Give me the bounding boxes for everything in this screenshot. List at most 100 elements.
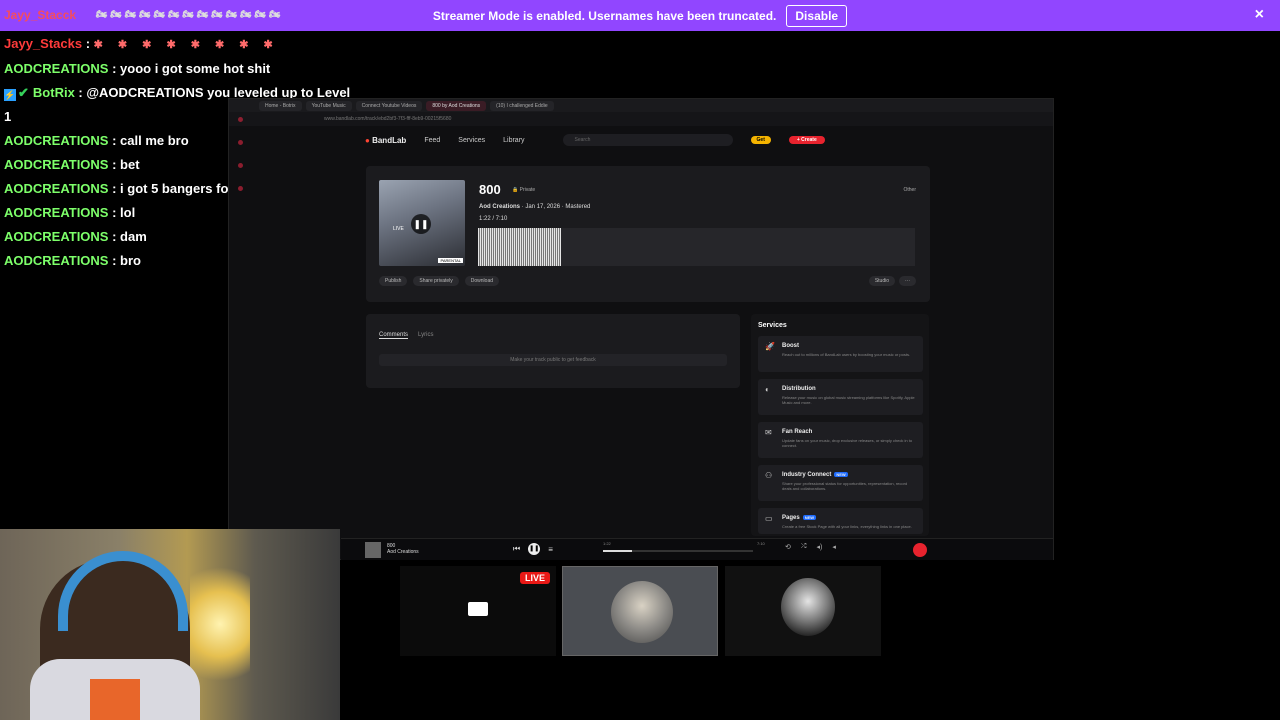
chat-text: dam [120, 229, 147, 244]
create-button[interactable]: + Create [788, 136, 825, 144]
close-icon[interactable]: × [1255, 6, 1264, 24]
player-controls: ⏮ ❚❚ ≡ [513, 543, 553, 555]
pause-icon[interactable]: ❚❚ [528, 543, 541, 555]
pause-icon[interactable]: ❚❚ [411, 214, 431, 234]
parental-advisory-badge: PARENTAL [438, 258, 463, 263]
partial-chat-emotes: 🏍🏍🏍🏍🏍🏍🏍🏍🏍🏍🏍🏍🏍 [96, 9, 284, 19]
sidebar-dot-icon[interactable] [237, 186, 243, 191]
studio-button[interactable]: Studio [868, 276, 895, 286]
service-desc: Reach out to millions of BandLab users b… [782, 352, 911, 357]
handshake-icon: ⚇ [765, 471, 773, 480]
chat-username[interactable]: AODCREATIONS [4, 229, 108, 244]
nav-services[interactable]: Services [458, 137, 485, 144]
player-duration: 7:10 [757, 541, 765, 546]
comment-input[interactable]: Make your track public to get feedback [379, 354, 727, 366]
track-cover-art[interactable]: LIVE ❚❚ PARENTAL [379, 180, 465, 266]
volume-icon[interactable]: ◂) [816, 543, 822, 551]
camera-thumbnail [781, 578, 835, 636]
chat-username[interactable]: BotRix [33, 85, 75, 100]
tab-lyrics[interactable]: Lyrics [418, 332, 433, 339]
service-boost[interactable]: 🚀 Boost Reach out to millions of BandLab… [758, 336, 923, 372]
video-thumbnail [611, 581, 673, 643]
tab-comments[interactable]: Comments [379, 332, 409, 339]
share-privately-button[interactable]: Share privately [413, 276, 459, 286]
sidebar-dot-icon[interactable] [237, 163, 243, 168]
service-name: Boost [782, 343, 799, 349]
shuffle-icon[interactable]: ⤮ [801, 543, 807, 551]
service-fan-reach[interactable]: ✉ Fan Reach Update fans on your music, d… [758, 422, 923, 458]
chat-username[interactable]: AODCREATIONS [4, 61, 108, 76]
bandlab-navbar: ● BandLab Feed Services Library Search G… [229, 126, 1053, 154]
scene-tile-screen[interactable]: LIVE [400, 566, 556, 656]
service-name: Industry Connect NEW [782, 472, 848, 478]
chat-text: call me bro [120, 133, 189, 148]
browser-sidebar [233, 99, 247, 299]
browser-tab[interactable]: (10) I challenged Eddie [490, 100, 554, 111]
mute-icon[interactable]: ◂ [832, 543, 836, 551]
browser-tab-bar: Home - Botrix YouTube Music Connect Yout… [229, 99, 1053, 112]
other-menu[interactable]: Other [903, 187, 916, 193]
chat-username[interactable]: AODCREATIONS [4, 181, 108, 196]
chat-username[interactable]: Jayy_Stacks [4, 36, 82, 51]
artist-link[interactable]: Aod Creations [479, 204, 520, 210]
chat-username[interactable]: AODCREATIONS [4, 205, 108, 220]
player-menu-icon[interactable] [913, 543, 927, 557]
studio-actions: Studio ··· [868, 276, 916, 286]
scene-tile-camera[interactable] [725, 566, 881, 656]
banner-text: Streamer Mode is enabled. Usernames have… [432, 8, 777, 23]
service-name: Pages NEW [782, 515, 817, 521]
player-seek-progress [603, 550, 632, 552]
scene-tile-video[interactable] [562, 566, 718, 656]
sidebar-dot-icon[interactable] [237, 140, 243, 145]
publish-button[interactable]: Publish [379, 276, 408, 286]
chat-username[interactable]: AODCREATIONS [4, 133, 108, 148]
services-panel: Services 🚀 Boost Reach out to millions o… [751, 314, 929, 536]
screen-capture-browser: Home - Botrix YouTube Music Connect Yout… [228, 98, 1054, 560]
browser-tab[interactable]: Home - Botrix [259, 100, 302, 111]
service-distribution[interactable]: ◐ Distribution Release your music on glo… [758, 379, 923, 415]
nav-library[interactable]: Library [503, 137, 524, 144]
nav-feed[interactable]: Feed [424, 137, 440, 144]
new-badge: NEW [834, 472, 848, 477]
previous-icon[interactable]: ⏮ [513, 544, 520, 554]
player-right-controls: ⟲ ⤮ ◂) ◂ [785, 543, 836, 551]
mail-icon: ✉ [765, 428, 772, 437]
track-title: 800 [479, 182, 501, 197]
chat-text: lol [120, 205, 136, 220]
service-pages[interactable]: ▭ Pages NEW Create a free Stock Page with… [758, 508, 923, 534]
bandlab-logo[interactable]: ● BandLab [365, 136, 406, 145]
service-industry-connect[interactable]: ⚇ Industry Connect NEW Share your profess… [758, 465, 923, 501]
chat-text: bro [120, 253, 141, 268]
sidebar-dot-icon[interactable] [237, 117, 243, 122]
new-badge: NEW [802, 515, 817, 520]
address-bar[interactable]: www.bandlab.com/track/ebd2bf3-7f3-fff-8e… [229, 112, 1053, 126]
player-seekbar[interactable] [603, 550, 753, 552]
service-name: Fan Reach [782, 429, 813, 435]
search-input[interactable]: Search [562, 134, 733, 146]
player-track-info: 800 Aod Creations [387, 543, 419, 555]
chat-separator: : [108, 229, 121, 244]
partial-chat-username: Jayy_Stacck [4, 8, 77, 22]
queue-icon[interactable]: ≡ [548, 545, 553, 554]
repeat-icon[interactable]: ⟲ [785, 543, 791, 551]
browser-tab-active[interactable]: 800 by Aod Creations [426, 100, 487, 111]
shirt-stripe [90, 679, 140, 720]
chat-message: Jayy_Stacks : ✱ ✱ ✱ ✱ ✱ ✱ ✱ ✱ [4, 32, 304, 57]
chat-separator: : [108, 157, 121, 172]
player-thumbnail[interactable] [365, 542, 381, 558]
chat-username[interactable]: AODCREATIONS [4, 157, 108, 172]
browser-tab[interactable]: YouTube Music [305, 100, 352, 111]
player-elapsed: 1:22 [603, 541, 611, 546]
download-button[interactable]: Download [464, 276, 500, 286]
browser-tab[interactable]: Connect Youtube Videos [355, 100, 423, 111]
bot-badge-icon: ⚡ [4, 89, 16, 101]
more-options-button[interactable]: ··· [899, 276, 916, 286]
track-meta: Aod Creations · Jan 17, 2026 · Mastered [479, 204, 590, 210]
chat-username[interactable]: AODCREATIONS [4, 253, 108, 268]
player-artist: Aod Creations [387, 549, 419, 555]
disable-streamer-mode-button[interactable]: Disable [786, 4, 848, 27]
chat-separator: : [108, 181, 121, 196]
chat-separator: : [108, 61, 121, 76]
get-membership-button[interactable]: Get [750, 136, 771, 144]
waveform-seekbar[interactable] [478, 228, 915, 266]
